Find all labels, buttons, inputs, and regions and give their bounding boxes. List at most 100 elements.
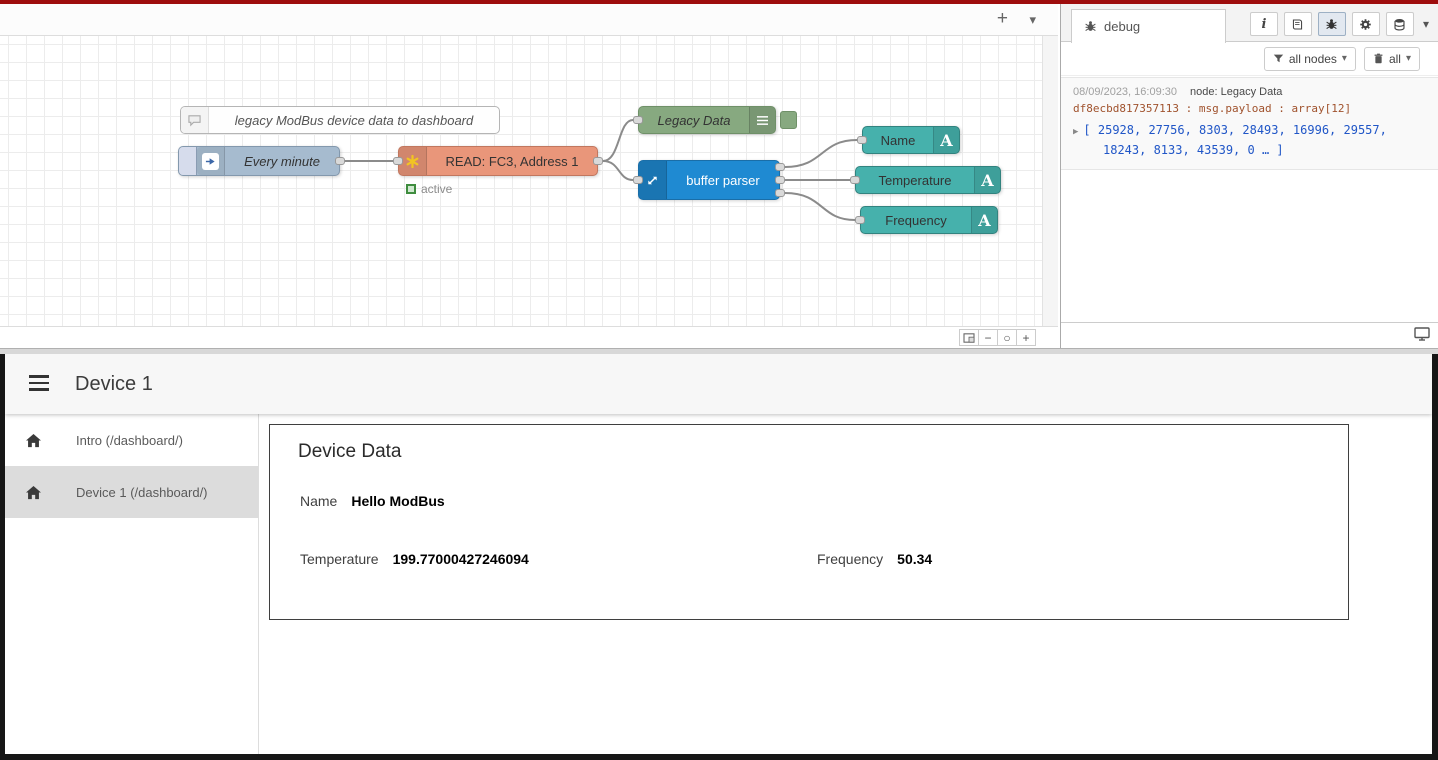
canvas-footer: − ○ + xyxy=(0,326,1058,348)
tab-label: debug xyxy=(1104,19,1140,34)
field-frequency: Frequency 50.34 xyxy=(817,551,932,567)
field-value: 199.77000427246094 xyxy=(393,551,529,567)
flow-list-button[interactable]: ▾ xyxy=(1029,12,1036,28)
editor-sidebar: debug i ▾ xyxy=(1060,4,1438,348)
node-label: Temperature xyxy=(856,173,974,188)
debug-message[interactable]: 08/09/2023, 16:09:30 node: Legacy Data d… xyxy=(1061,77,1438,170)
context-sidebar-button[interactable] xyxy=(1386,12,1414,36)
add-flow-button[interactable]: + xyxy=(997,8,1008,30)
book-icon xyxy=(1291,18,1304,31)
node-red-editor: + ▾ legacy ModBus device data xyxy=(0,4,1438,348)
port-parser-out-3[interactable] xyxy=(775,189,785,197)
open-debug-window-button[interactable] xyxy=(1414,327,1430,346)
debug-sidebar-button[interactable] xyxy=(1318,12,1346,36)
expand-caret-icon[interactable]: ▶ xyxy=(1073,127,1078,137)
dashboard-nav: Intro (/dashboard/) Device 1 (/dashboard… xyxy=(5,414,259,754)
field-label: Frequency xyxy=(817,551,883,567)
node-ui-text-frequency[interactable]: Frequency A xyxy=(860,206,998,234)
funnel-icon xyxy=(1273,53,1284,64)
device-data-card: Device Data Name Hello ModBus Temperatur… xyxy=(269,424,1349,620)
filter-label: all nodes xyxy=(1289,52,1337,66)
gear-icon xyxy=(1359,18,1372,31)
port-modbus-in[interactable] xyxy=(393,157,403,165)
node-debug-legacy-data[interactable]: Legacy Data xyxy=(638,106,776,134)
port-ui-temperature-in[interactable] xyxy=(850,176,860,184)
debug-message-header: 08/09/2023, 16:09:30 node: Legacy Data xyxy=(1073,86,1426,98)
flow-canvas[interactable]: legacy ModBus device data to dashboard E… xyxy=(0,36,1042,326)
node-label: legacy ModBus device data to dashboard xyxy=(209,113,499,128)
caret-down-icon: ▾ xyxy=(1406,53,1411,64)
dashboard-main: Device Data Name Hello ModBus Temperatur… xyxy=(259,414,1432,754)
node-label: READ: FC3, Address 1 xyxy=(427,154,597,169)
debug-enable-toggle[interactable] xyxy=(780,111,797,129)
text-widget-icon: A xyxy=(974,167,1000,193)
help-sidebar-button[interactable] xyxy=(1284,12,1312,36)
field-value: Hello ModBus xyxy=(351,493,444,509)
debug-list-icon xyxy=(749,107,775,133)
wire-parser-name[interactable] xyxy=(785,140,857,167)
zoom-in-button[interactable]: + xyxy=(1016,329,1036,346)
port-modbus-out[interactable] xyxy=(593,157,603,165)
message-node-name: node: Legacy Data xyxy=(1190,86,1282,98)
zoom-out-button[interactable]: − xyxy=(978,329,998,346)
debug-message-list: 08/09/2023, 16:09:30 node: Legacy Data d… xyxy=(1061,77,1438,322)
port-parser-in[interactable] xyxy=(633,176,643,184)
inject-button[interactable] xyxy=(179,147,197,175)
node-label: Every minute xyxy=(225,154,339,169)
port-ui-name-in[interactable] xyxy=(857,136,867,144)
port-debug-in[interactable] xyxy=(633,116,643,124)
home-icon xyxy=(25,433,42,448)
inject-arrow-icon xyxy=(197,147,225,175)
debug-clear-button[interactable]: all ▾ xyxy=(1364,47,1420,71)
modbus-icon xyxy=(399,147,427,175)
port-parser-out-1[interactable] xyxy=(775,163,785,171)
sidebar-tabbar: debug i ▾ xyxy=(1061,4,1438,42)
nav-item-intro[interactable]: Intro (/dashboard/) xyxy=(5,414,258,466)
message-payload: ▶ [ 25928, 27756, 8303, 28493, 16996, 295… xyxy=(1073,121,1426,159)
card-title: Device Data xyxy=(298,441,402,463)
config-nodes-button[interactable] xyxy=(1352,12,1380,36)
tab-debug[interactable]: debug xyxy=(1071,9,1226,43)
canvas-scrollbar[interactable] xyxy=(1042,36,1058,326)
debug-filter-button[interactable]: all nodes ▾ xyxy=(1264,47,1356,71)
wire-modbus-parser[interactable] xyxy=(603,161,633,180)
node-status: active xyxy=(406,182,452,196)
field-name: Name Hello ModBus xyxy=(300,493,445,509)
status-dot-icon xyxy=(406,184,416,194)
field-value: 50.34 xyxy=(897,551,932,567)
field-label: Name xyxy=(300,493,337,509)
sidebar-menu-button[interactable]: ▾ xyxy=(1420,17,1432,31)
text-widget-icon: A xyxy=(971,207,997,233)
flow-workspace: + ▾ legacy ModBus device data xyxy=(0,4,1058,348)
port-ui-frequency-in[interactable] xyxy=(855,216,865,224)
page-title: Device 1 xyxy=(75,354,153,414)
text-widget-icon: A xyxy=(933,127,959,153)
port-parser-out-2[interactable] xyxy=(775,176,785,184)
bug-icon xyxy=(1084,20,1097,33)
wire-parser-frequency[interactable] xyxy=(785,193,855,220)
trash-icon xyxy=(1373,53,1384,64)
screenshot-root: + ▾ legacy ModBus device data xyxy=(0,0,1438,760)
port-inject-out[interactable] xyxy=(335,157,345,165)
payload-line: 18243, 8133, 43539, 0 … ] xyxy=(1073,141,1426,159)
info-sidebar-button[interactable]: i xyxy=(1250,12,1278,36)
field-label: Temperature xyxy=(300,551,379,567)
node-label: Legacy Data xyxy=(639,113,749,128)
node-comment[interactable]: legacy ModBus device data to dashboard xyxy=(180,106,500,134)
node-inject[interactable]: Every minute xyxy=(178,146,340,176)
node-modbus-read[interactable]: READ: FC3, Address 1 xyxy=(398,146,598,176)
node-red-dashboard: Device 1 Intro (/dashboard/) Device 1 (/… xyxy=(0,354,1438,760)
navigator-toggle-button[interactable] xyxy=(959,329,979,346)
database-icon xyxy=(1393,18,1406,31)
node-label: Frequency xyxy=(861,213,971,228)
zoom-reset-button[interactable]: ○ xyxy=(997,329,1017,346)
sidebar-footer xyxy=(1061,322,1438,348)
node-ui-text-name[interactable]: Name A xyxy=(862,126,960,154)
payload-line: [ 25928, 27756, 8303, 28493, 16996, 2955… xyxy=(1083,123,1386,137)
nav-item-label: Device 1 (/dashboard/) xyxy=(76,485,208,500)
nav-item-device-1[interactable]: Device 1 (/dashboard/) xyxy=(5,466,258,518)
wire-modbus-debug[interactable] xyxy=(603,120,633,161)
node-ui-text-temperature[interactable]: Temperature A xyxy=(855,166,1001,194)
node-buffer-parser[interactable]: buffer parser xyxy=(638,160,780,200)
menu-hamburger-icon[interactable] xyxy=(29,375,49,395)
